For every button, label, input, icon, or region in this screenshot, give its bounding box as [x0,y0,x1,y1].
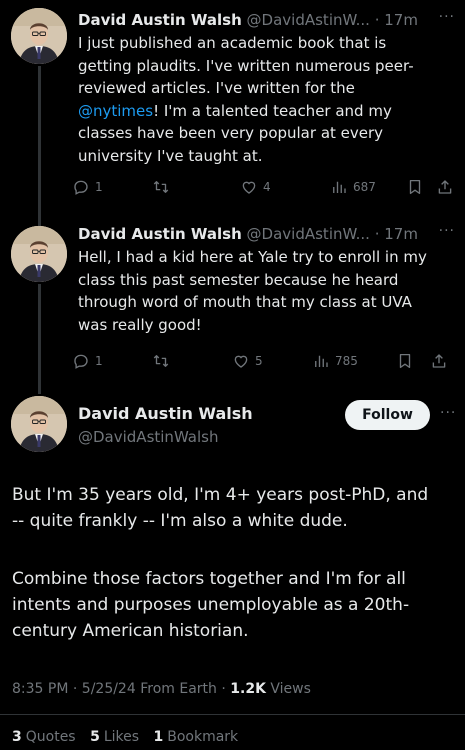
tweet-text-line: Combine those factors together and I'm f… [12,569,406,589]
tweet-actions: 1 5 785 [72,349,454,373]
author-name[interactable]: David Austin Walsh [78,11,242,29]
quotes-label: Quotes [25,729,76,745]
bookmarks-label: Bookmark [167,729,239,745]
views-count: 785 [335,354,358,368]
tweet-time[interactable]: 8:35 PM [12,681,68,697]
tweet-text-line: century American historian. [12,621,249,641]
like-button[interactable]: 5 [232,349,263,373]
tweet-text-fragment: ! I'm a talented teacher and my [153,101,392,120]
header-separator: · [374,11,380,29]
views-button[interactable]: 785 [312,349,358,373]
more-options-icon[interactable]: ··· [439,9,455,25]
header-separator: · [374,225,380,243]
tweet-text-line: was really good! [78,315,202,334]
tweet-timestamp[interactable]: 17m [384,225,418,243]
tweet-timestamp[interactable]: 17m [384,11,418,29]
mention-link[interactable]: @nytimes [78,102,153,120]
tweet-text-line: I just published an academic book that i… [78,34,387,52]
divider [0,714,465,715]
tweet-text-line: reviewed articles. I've written for the [78,79,355,97]
tweet-text-line: Hell, I had a kid here at Yale try to en… [78,248,427,266]
tweet-text-line: class this past semester because he hear… [78,270,399,289]
likes-count: 5 [90,729,100,745]
reply-count: 1 [95,354,103,368]
tweet-text-line: @nytimes! I'm a talented teacher and my [78,100,448,123]
like-icon [232,352,250,370]
likes-label: Likes [103,729,140,745]
author-handle[interactable]: @DavidAstinWalsh [78,426,219,448]
engagement-stats: 3 Quotes 5 Likes 1 Bookmark [12,726,238,748]
reply-button[interactable]: 1 [72,175,103,199]
more-options-icon[interactable]: ··· [440,405,456,421]
author-handle[interactable]: @DavidAstinW... [247,11,370,29]
like-button[interactable]: 4 [240,175,271,199]
tweet-text-line: classes have been very popular at every [78,124,384,142]
tweet-meta: 8:35 PM · 5/25/24 From Earth · 1.2K View… [12,678,311,700]
author-name[interactable]: David Austin Walsh [78,225,242,243]
tweet-actions: 1 4 687 [72,175,454,199]
more-options-icon[interactable]: ··· [439,223,455,239]
tweet-text-paragraph: But I'm 35 years old, I'm 4+ years post-… [12,482,458,534]
like-count: 5 [255,354,263,368]
meta-separator: · [221,681,226,697]
tweet-text-line: getting plaudits. I've written numerous … [78,56,414,75]
share-button[interactable] [430,349,448,373]
bookmark-button[interactable] [406,175,424,199]
thread-connector [38,284,41,394]
tweet-header: David Austin Walsh @DavidAstinW... · 17m [78,222,457,246]
reply-button[interactable]: 1 [72,349,103,373]
thread-connector [38,66,41,226]
follow-button[interactable]: Follow [345,400,430,430]
reply-icon [72,352,90,370]
tweet-header: David Austin Walsh @DavidAstinW... · 17m [78,8,457,32]
quotes-count: 3 [12,729,22,745]
author-name[interactable]: David Austin Walsh [78,403,253,425]
views-total: 1.2K [230,681,266,697]
tweet-text-line: But I'm 35 years old, I'm 4+ years post-… [12,485,429,505]
share-icon [436,178,454,196]
views-count: 687 [353,180,376,194]
views-icon [312,352,330,370]
avatar[interactable] [11,226,67,282]
tweet-date[interactable]: 5/25/24 [82,681,136,697]
author-handle[interactable]: @DavidAstinW... [247,225,370,243]
views-button[interactable]: 687 [330,175,376,199]
tweet-text-line: -- quite frankly -- I'm also a white dud… [12,511,348,531]
tweet-text-line: intents and purposes unemployable as a 2… [12,595,410,615]
avatar[interactable] [11,8,67,64]
tweet-text: Hell, I had a kid here at Yale try to en… [78,246,448,336]
tweet-text-line: through word of mouth that my class at U… [78,293,412,311]
retweet-button[interactable] [152,349,175,373]
reply-icon [72,178,90,196]
tweet-text-paragraph: Combine those factors together and I'm f… [12,566,458,644]
share-icon [430,352,448,370]
share-button[interactable] [436,175,454,199]
retweet-button[interactable] [152,175,175,199]
tweet-thread-page: David Austin Walsh @DavidAstinW... · 17m… [0,0,465,750]
tweet-text: I just published an academic book that i… [78,32,448,167]
bookmarks-count: 1 [153,729,164,745]
bookmarks-stat[interactable]: 1 Bookmark [153,729,238,745]
avatar[interactable] [11,396,67,452]
like-count: 4 [263,180,271,194]
views-icon [330,178,348,196]
tweet-source: From Earth [140,681,217,697]
quotes-stat[interactable]: 3 Quotes [12,729,76,745]
retweet-icon [152,352,170,370]
likes-stat[interactable]: 5 Likes [90,729,139,745]
bookmark-button[interactable] [396,349,414,373]
bookmark-icon [406,178,424,196]
meta-separator: · [72,681,78,697]
views-label: Views [270,681,311,697]
tweet-text-line: university I've taught at. [78,146,263,165]
reply-count: 1 [95,180,103,194]
bookmark-icon [396,352,414,370]
like-icon [240,178,258,196]
retweet-icon [152,178,170,196]
